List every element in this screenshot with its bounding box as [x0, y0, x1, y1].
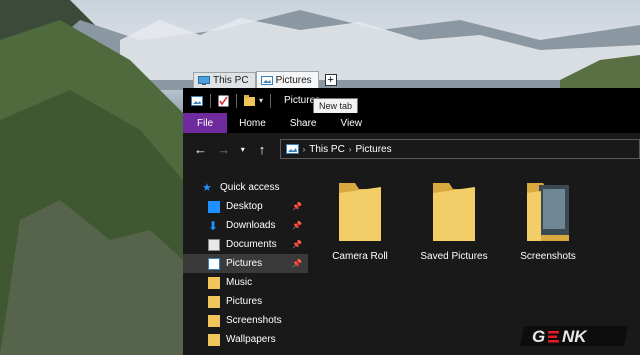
separator: [236, 93, 237, 108]
computer-icon: [198, 76, 210, 85]
separator: [270, 93, 272, 108]
nav-item-label: Downloads: [226, 220, 276, 231]
tab-label: Pictures: [275, 74, 312, 86]
download-icon: ⬇: [208, 218, 219, 233]
nav-item-label: Screenshots: [226, 315, 282, 326]
nav-item-label: Documents: [226, 239, 277, 250]
folder-icon: [208, 333, 220, 346]
navigation-pane: ★ Quick access Desktop 📌 ⬇ Downloads 📌 D…: [183, 176, 308, 355]
pictures-location-icon: [285, 144, 299, 154]
svg-text:NK: NK: [562, 327, 588, 346]
address-bar[interactable]: › This PC › Pictures: [279, 139, 640, 159]
watermark-logo: G NK: [520, 322, 632, 350]
back-arrow-icon[interactable]: ←: [191, 139, 210, 159]
nav-item-label: Music: [226, 277, 253, 288]
nav-item-pictures[interactable]: Pictures 📌: [183, 254, 308, 273]
pin-icon[interactable]: 📌: [292, 221, 302, 230]
up-arrow-icon[interactable]: ↑: [253, 139, 272, 159]
nav-item-label: Quick access: [220, 182, 280, 193]
ribbon-tabs: File Home Share View: [183, 113, 640, 133]
forward-arrow-icon[interactable]: →: [214, 139, 233, 159]
folder-icon: [208, 314, 220, 327]
qat-dropdown-icon[interactable]: ▾: [259, 96, 263, 105]
breadcrumb-this-pc[interactable]: This PC: [309, 144, 345, 155]
folder-label: Camera Roll: [332, 251, 388, 262]
folder-item-screenshots[interactable]: Screenshots: [503, 181, 593, 262]
documents-icon: [208, 238, 220, 251]
nav-item-pictures-folder[interactable]: Pictures: [183, 292, 308, 311]
tab-pictures[interactable]: Pictures: [255, 71, 319, 88]
separator: [210, 93, 211, 108]
ribbon-tab-view[interactable]: View: [329, 113, 375, 133]
svg-text:G: G: [532, 327, 545, 346]
nav-item-documents[interactable]: Documents 📌: [183, 235, 308, 254]
folder-label: Screenshots: [520, 251, 576, 262]
nav-item-label: Desktop: [226, 201, 263, 212]
navigation-row: ← → ▾ ↑ › This PC › Pictures: [183, 133, 640, 165]
folder-icon: [208, 295, 220, 308]
breadcrumb-chevron-icon[interactable]: ›: [349, 145, 352, 154]
nav-item-label: Pictures: [226, 258, 263, 269]
nav-item-desktop[interactable]: Desktop 📌: [183, 197, 308, 216]
ribbon-tab-home[interactable]: Home: [227, 113, 278, 133]
folder-label: Saved Pictures: [420, 251, 488, 262]
nav-item-screenshots[interactable]: Screenshots: [183, 311, 308, 330]
new-tab-tooltip: New tab: [313, 98, 359, 114]
tab-this-pc[interactable]: This PC: [193, 72, 256, 88]
file-explorer-window: ▾ Pictures New tab File Home Share View …: [183, 88, 640, 355]
folder-icon: [208, 276, 220, 289]
breadcrumb-pictures[interactable]: Pictures: [355, 144, 391, 155]
ribbon-tab-file[interactable]: File: [183, 113, 228, 133]
new-folder-icon[interactable]: [244, 95, 255, 106]
folder-icon: [433, 183, 475, 241]
nav-item-label: Pictures: [226, 296, 263, 307]
pictures-icon: [208, 257, 220, 270]
folder-item-camera-roll[interactable]: Camera Roll: [315, 181, 405, 262]
star-icon: ★: [202, 181, 212, 194]
nav-item-wallpapers[interactable]: Wallpapers: [183, 330, 308, 349]
pin-icon[interactable]: 📌: [292, 259, 302, 268]
new-tab-button[interactable]: +: [324, 74, 337, 86]
folder-icon: [339, 183, 381, 241]
properties-icon[interactable]: [218, 95, 229, 107]
nav-item-music[interactable]: Music: [183, 273, 308, 292]
tab-label: This PC: [213, 75, 249, 86]
breadcrumb-chevron-icon[interactable]: ›: [303, 145, 306, 154]
pin-icon[interactable]: 📌: [292, 202, 302, 211]
nav-item-label: Wallpapers: [226, 334, 276, 345]
title-bar: ▾ Pictures New tab: [183, 88, 640, 114]
window-icon: [191, 95, 203, 106]
tab-strip: This PC Pictures +: [193, 70, 337, 88]
pin-icon[interactable]: 📌: [292, 240, 302, 249]
folder-with-preview-icon: [527, 183, 569, 241]
recent-locations-chevron-icon[interactable]: ▾: [237, 139, 248, 159]
nav-item-quick-access[interactable]: ★ Quick access: [183, 178, 308, 197]
pictures-icon: [260, 75, 273, 85]
desktop-folder-icon: [208, 200, 220, 213]
folder-item-saved-pictures[interactable]: Saved Pictures: [409, 181, 499, 262]
nav-item-downloads[interactable]: ⬇ Downloads 📌: [183, 216, 308, 235]
ribbon-tab-share[interactable]: Share: [278, 113, 329, 133]
